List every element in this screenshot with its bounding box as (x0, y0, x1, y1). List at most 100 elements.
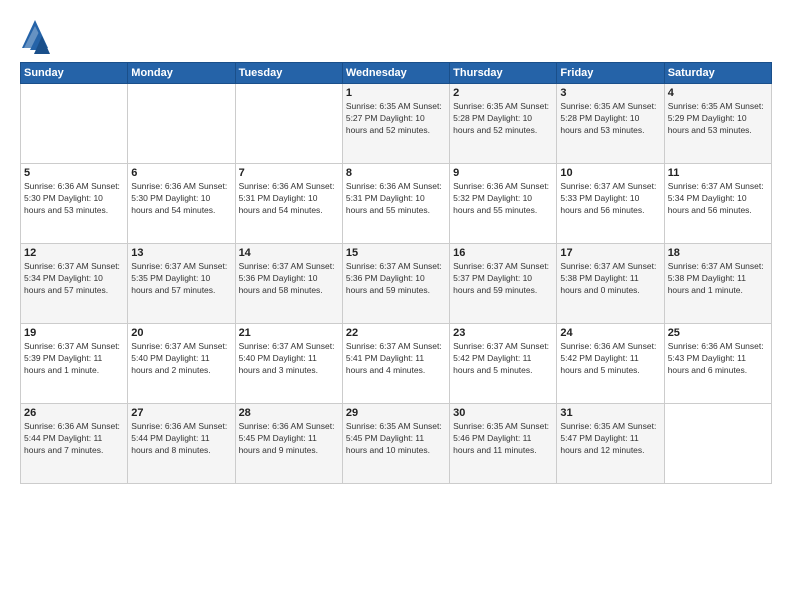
day-cell (21, 84, 128, 164)
calendar-table: SundayMondayTuesdayWednesdayThursdayFrid… (20, 62, 772, 484)
day-cell: 30 Sunrise: 6:35 AM Sunset: 5:46 PM Dayli… (450, 404, 557, 484)
weekday-tuesday: Tuesday (235, 63, 342, 84)
day-cell: 2 Sunrise: 6:35 AM Sunset: 5:28 PM Daylig… (450, 84, 557, 164)
day-cell: 3 Sunrise: 6:35 AM Sunset: 5:28 PM Daylig… (557, 84, 664, 164)
day-number: 3 (560, 87, 660, 99)
day-number: 15 (346, 247, 446, 259)
day-info: Sunrise: 6:37 AM Sunset: 5:33 PM Dayligh… (560, 181, 660, 217)
day-cell: 10 Sunrise: 6:37 AM Sunset: 5:33 PM Dayli… (557, 164, 664, 244)
day-info: Sunrise: 6:37 AM Sunset: 5:42 PM Dayligh… (453, 341, 553, 377)
day-cell: 27Sunrise: 6:36 AM Sunset: 5:44 PM Dayli… (128, 404, 235, 484)
day-number: 31 (560, 407, 660, 419)
header (20, 18, 772, 54)
day-info: Sunrise: 6:36 AM Sunset: 5:31 PM Dayligh… (239, 181, 339, 217)
weekday-header-row: SundayMondayTuesdayWednesdayThursdayFrid… (21, 63, 772, 84)
day-info: Sunrise: 6:36 AM Sunset: 5:32 PM Dayligh… (453, 181, 553, 217)
week-row-3: 12 Sunrise: 6:37 AM Sunset: 5:34 PM Dayli… (21, 244, 772, 324)
day-info: Sunrise: 6:37 AM Sunset: 5:36 PM Dayligh… (239, 261, 339, 297)
day-info: Sunrise: 6:37 AM Sunset: 5:39 PM Dayligh… (24, 341, 124, 377)
day-number: 14 (239, 247, 339, 259)
day-number: 7 (239, 167, 339, 179)
day-info: Sunrise: 6:36 AM Sunset: 5:30 PM Dayligh… (24, 181, 124, 217)
day-info: Sunrise: 6:35 AM Sunset: 5:46 PM Dayligh… (453, 421, 553, 457)
day-info: Sunrise: 6:35 AM Sunset: 5:28 PM Dayligh… (453, 101, 553, 137)
day-cell: 16Sunrise: 6:37 AM Sunset: 5:37 PM Dayli… (450, 244, 557, 324)
day-cell: 26 Sunrise: 6:36 AM Sunset: 5:44 PM Dayli… (21, 404, 128, 484)
day-cell: 24 Sunrise: 6:36 AM Sunset: 5:42 PM Dayli… (557, 324, 664, 404)
day-info: Sunrise: 6:37 AM Sunset: 5:35 PM Dayligh… (131, 261, 231, 297)
day-cell: 17 Sunrise: 6:37 AM Sunset: 5:38 PM Dayli… (557, 244, 664, 324)
day-number: 11 (668, 167, 768, 179)
day-info: Sunrise: 6:36 AM Sunset: 5:44 PM Dayligh… (131, 421, 231, 457)
day-cell: 19 Sunrise: 6:37 AM Sunset: 5:39 PM Dayli… (21, 324, 128, 404)
day-info: Sunrise: 6:37 AM Sunset: 5:37 PM Dayligh… (453, 261, 553, 297)
day-number: 5 (24, 167, 124, 179)
day-info: Sunrise: 6:37 AM Sunset: 5:40 PM Dayligh… (131, 341, 231, 377)
weekday-friday: Friday (557, 63, 664, 84)
calendar-page: SundayMondayTuesdayWednesdayThursdayFrid… (0, 0, 792, 612)
week-row-5: 26 Sunrise: 6:36 AM Sunset: 5:44 PM Dayli… (21, 404, 772, 484)
day-cell: 11 Sunrise: 6:37 AM Sunset: 5:34 PM Dayli… (664, 164, 771, 244)
day-info: Sunrise: 6:35 AM Sunset: 5:45 PM Dayligh… (346, 421, 446, 457)
day-number: 12 (24, 247, 124, 259)
day-info: Sunrise: 6:37 AM Sunset: 5:38 PM Dayligh… (560, 261, 660, 297)
day-cell: 25 Sunrise: 6:36 AM Sunset: 5:43 PM Dayli… (664, 324, 771, 404)
day-info: Sunrise: 6:36 AM Sunset: 5:44 PM Dayligh… (24, 421, 124, 457)
day-cell: 14 Sunrise: 6:37 AM Sunset: 5:36 PM Dayli… (235, 244, 342, 324)
day-info: Sunrise: 6:37 AM Sunset: 5:34 PM Dayligh… (668, 181, 768, 217)
day-cell: 22Sunrise: 6:37 AM Sunset: 5:41 PM Dayli… (342, 324, 449, 404)
day-number: 9 (453, 167, 553, 179)
day-info: Sunrise: 6:35 AM Sunset: 5:27 PM Dayligh… (346, 101, 446, 137)
day-info: Sunrise: 6:37 AM Sunset: 5:40 PM Dayligh… (239, 341, 339, 377)
day-number: 4 (668, 87, 768, 99)
day-cell: 20 Sunrise: 6:37 AM Sunset: 5:40 PM Dayli… (128, 324, 235, 404)
day-info: Sunrise: 6:36 AM Sunset: 5:42 PM Dayligh… (560, 341, 660, 377)
day-number: 24 (560, 327, 660, 339)
day-number: 13 (131, 247, 231, 259)
weekday-saturday: Saturday (664, 63, 771, 84)
day-cell: 23 Sunrise: 6:37 AM Sunset: 5:42 PM Dayli… (450, 324, 557, 404)
day-cell: 28Sunrise: 6:36 AM Sunset: 5:45 PM Dayli… (235, 404, 342, 484)
day-info: Sunrise: 6:36 AM Sunset: 5:45 PM Dayligh… (239, 421, 339, 457)
day-number: 23 (453, 327, 553, 339)
day-number: 6 (131, 167, 231, 179)
logo-icon (20, 18, 50, 54)
day-info: Sunrise: 6:36 AM Sunset: 5:30 PM Dayligh… (131, 181, 231, 217)
weekday-wednesday: Wednesday (342, 63, 449, 84)
week-row-4: 19 Sunrise: 6:37 AM Sunset: 5:39 PM Dayli… (21, 324, 772, 404)
day-info: Sunrise: 6:37 AM Sunset: 5:36 PM Dayligh… (346, 261, 446, 297)
day-number: 8 (346, 167, 446, 179)
day-cell: 12 Sunrise: 6:37 AM Sunset: 5:34 PM Dayli… (21, 244, 128, 324)
day-cell: 8Sunrise: 6:36 AM Sunset: 5:31 PM Daylig… (342, 164, 449, 244)
day-cell: 21 Sunrise: 6:37 AM Sunset: 5:40 PM Dayli… (235, 324, 342, 404)
day-number: 21 (239, 327, 339, 339)
day-cell: 9 Sunrise: 6:36 AM Sunset: 5:32 PM Daylig… (450, 164, 557, 244)
day-info: Sunrise: 6:36 AM Sunset: 5:43 PM Dayligh… (668, 341, 768, 377)
day-number: 19 (24, 327, 124, 339)
day-cell: 13 Sunrise: 6:37 AM Sunset: 5:35 PM Dayli… (128, 244, 235, 324)
day-cell: 7 Sunrise: 6:36 AM Sunset: 5:31 PM Daylig… (235, 164, 342, 244)
day-number: 17 (560, 247, 660, 259)
day-cell (664, 404, 771, 484)
day-cell: 1Sunrise: 6:35 AM Sunset: 5:27 PM Daylig… (342, 84, 449, 164)
day-cell (128, 84, 235, 164)
weekday-sunday: Sunday (21, 63, 128, 84)
day-info: Sunrise: 6:35 AM Sunset: 5:29 PM Dayligh… (668, 101, 768, 137)
day-info: Sunrise: 6:37 AM Sunset: 5:34 PM Dayligh… (24, 261, 124, 297)
day-number: 30 (453, 407, 553, 419)
day-number: 26 (24, 407, 124, 419)
day-cell: 6 Sunrise: 6:36 AM Sunset: 5:30 PM Daylig… (128, 164, 235, 244)
week-row-1: 1Sunrise: 6:35 AM Sunset: 5:27 PM Daylig… (21, 84, 772, 164)
day-number: 20 (131, 327, 231, 339)
day-number: 25 (668, 327, 768, 339)
day-cell: 18 Sunrise: 6:37 AM Sunset: 5:38 PM Dayli… (664, 244, 771, 324)
weekday-monday: Monday (128, 63, 235, 84)
day-number: 2 (453, 87, 553, 99)
day-info: Sunrise: 6:37 AM Sunset: 5:38 PM Dayligh… (668, 261, 768, 297)
day-cell (235, 84, 342, 164)
day-number: 18 (668, 247, 768, 259)
week-row-2: 5 Sunrise: 6:36 AM Sunset: 5:30 PM Daylig… (21, 164, 772, 244)
day-number: 10 (560, 167, 660, 179)
logo (20, 18, 50, 54)
day-info: Sunrise: 6:35 AM Sunset: 5:28 PM Dayligh… (560, 101, 660, 137)
